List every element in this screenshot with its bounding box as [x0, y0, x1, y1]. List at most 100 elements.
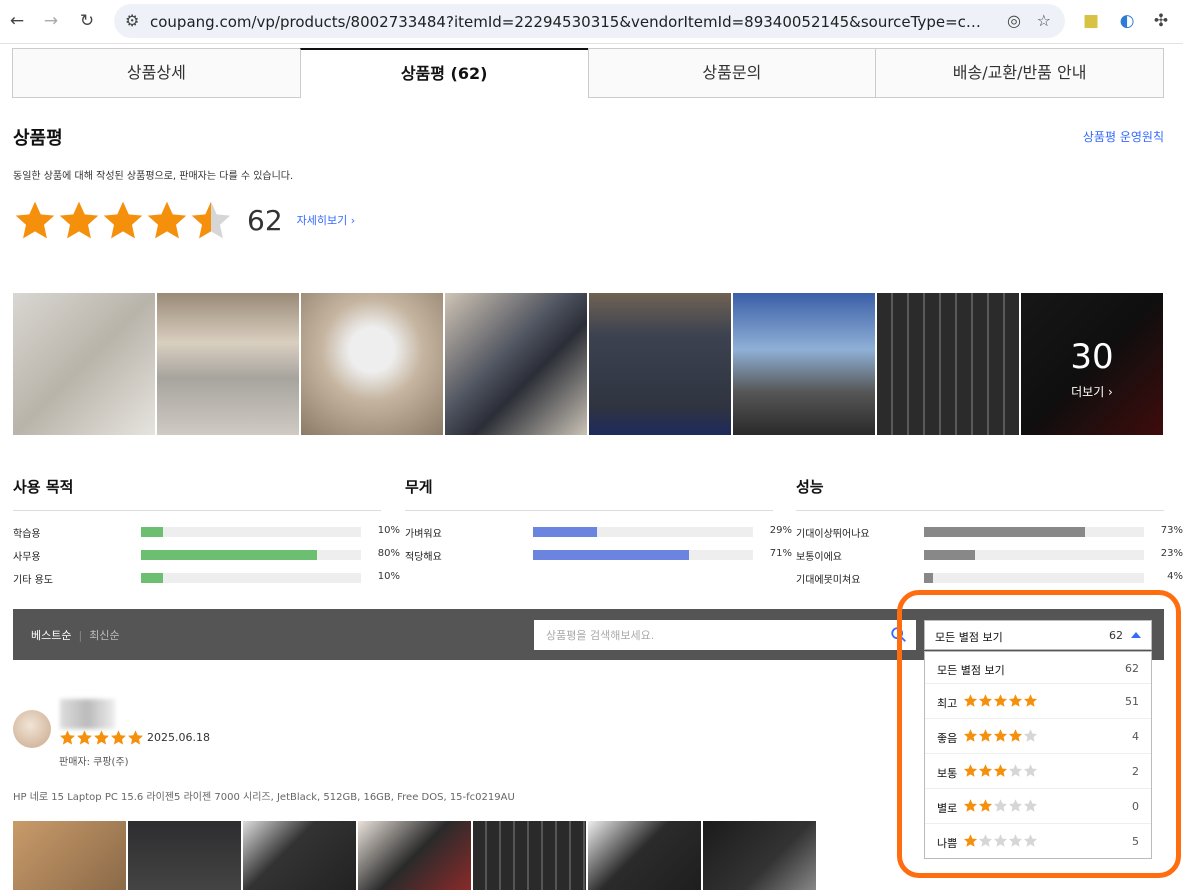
survey-bar-fill [533, 527, 597, 537]
survey-percent: 10% [377, 571, 400, 582]
survey-bar [141, 573, 361, 583]
survey-bar [141, 527, 361, 537]
survey-percent: 80% [377, 548, 400, 559]
survey-bar [924, 550, 1144, 560]
address-bar[interactable]: ⚙ coupang.com/vp/products/8002733484?ite… [114, 4, 1065, 38]
survey-percent: 10% [377, 525, 400, 536]
sort-separator: | [78, 629, 83, 642]
survey-percent: 23% [1160, 548, 1183, 559]
review-count: 62 [247, 203, 283, 237]
tab-shipping[interactable]: 배송/교환/반품 안내 [875, 48, 1164, 98]
survey-row: 적당해요 71% [405, 542, 792, 565]
survey-label: 기타 용도 [13, 575, 53, 586]
star-full-icon [147, 201, 187, 239]
survey-label: 보통이에요 [796, 552, 842, 563]
more-photos-count: 30 [1070, 337, 1114, 377]
survey-title: 사용 목적 [13, 476, 381, 511]
survey-row: 기타 용도 10% [13, 565, 400, 588]
more-photos-label: 더보기 › [1071, 385, 1113, 399]
rating-summary: 62 자세히보기 › [13, 196, 355, 244]
survey-label: 기대이상뛰어나요 [796, 529, 870, 540]
survey-percent: 4% [1167, 571, 1183, 582]
survey-percent: 71% [769, 548, 792, 559]
review-header: 2025.06.18 판매자: 쿠팡(주) [13, 699, 513, 768]
survey-title: 무게 [405, 476, 773, 511]
sort-best-button[interactable]: 베스트순 [31, 629, 71, 642]
review-search-input[interactable] [534, 620, 874, 650]
sort-recent-button[interactable]: 최신순 [89, 629, 119, 642]
survey-bar-fill [924, 550, 975, 560]
survey-row: 보통이에요 23% [796, 542, 1183, 565]
survey-row: 기대에못미쳐요 4% [796, 565, 1183, 588]
survey-label: 적당해요 [405, 552, 442, 563]
forward-icon[interactable]: → [40, 10, 62, 32]
survey-bar-fill [924, 527, 1085, 537]
sort-options: 베스트순 | 최신순 [31, 627, 120, 643]
highlight-annotation [897, 590, 1181, 878]
survey-row: 학습용 10% [13, 519, 400, 542]
review-photo[interactable] [473, 821, 586, 890]
tab-questions[interactable]: 상품문의 [587, 48, 877, 98]
star-full-icon [94, 730, 109, 745]
survey-bar-fill [141, 550, 317, 560]
survey-performance: 성능 기대이상뛰어나요 73% 보통이에요 23% 기대에못미쳐요 4% [796, 476, 1183, 588]
review-photo[interactable] [157, 293, 299, 435]
survey-bar-fill [141, 527, 163, 537]
review-photo[interactable] [13, 821, 126, 890]
review-photo[interactable] [877, 293, 1019, 435]
review-photo[interactable] [13, 293, 155, 435]
tab-reviews[interactable]: 상품평 (62) [299, 48, 589, 98]
review-photo[interactable] [588, 821, 701, 890]
tab-product-detail[interactable]: 상품상세 [12, 48, 301, 98]
star-full-icon [128, 730, 143, 745]
review-policy-link[interactable]: 상품평 운영원칙 [1083, 128, 1164, 145]
review-photo[interactable] [128, 821, 241, 890]
review-photo[interactable] [703, 821, 816, 890]
survey-weight: 무게 가벼워요 29% 적당해요 71% [405, 476, 792, 565]
rating-stars [13, 198, 233, 242]
star-full-icon [103, 201, 143, 239]
survey-label: 학습용 [13, 529, 41, 540]
review-stars [59, 729, 144, 746]
star-full-icon [111, 730, 126, 745]
survey-percent: 73% [1160, 525, 1183, 536]
reviewer-avatar [13, 710, 51, 748]
survey-label: 사무용 [13, 552, 41, 563]
review-photo[interactable] [445, 293, 587, 435]
survey-row: 기대이상뛰어나요 73% [796, 519, 1183, 542]
review-photo-more[interactable]: 30 더보기 › [1021, 293, 1163, 435]
survey-purpose: 사용 목적 학습용 10% 사무용 80% 기타 용도 10% [13, 476, 400, 588]
survey-bar-fill [533, 550, 690, 560]
star-full-icon [60, 730, 75, 745]
review-photo[interactable] [733, 293, 875, 435]
survey-percent: 29% [769, 525, 792, 536]
reviewer-name-blurred [60, 699, 115, 729]
survey-row: 가벼워요 29% [405, 519, 792, 542]
extensions-puzzle-icon[interactable]: ✣ [1150, 10, 1172, 32]
star-full-icon [59, 201, 99, 239]
reload-icon[interactable]: ↻ [76, 10, 98, 32]
bookmark-star-icon[interactable]: ☆ [1037, 11, 1051, 31]
browser-toolbar: ← → ↻ ⚙ coupang.com/vp/products/80027334… [0, 0, 1183, 44]
back-icon[interactable]: ← [6, 10, 28, 32]
extension-icon[interactable]: ◐ [1116, 10, 1138, 32]
url-text[interactable]: coupang.com/vp/products/8002733484?itemI… [150, 13, 982, 31]
review-photo[interactable] [589, 293, 731, 435]
review-photo[interactable] [358, 821, 471, 890]
survey-row: 사무용 80% [13, 542, 400, 565]
review-notice: 동일한 상품에 대해 작성된 상품평으로, 판매자는 다를 수 있습니다. [13, 171, 294, 182]
more-photos-overlay[interactable]: 30 더보기 › [1021, 293, 1163, 435]
eye-off-icon[interactable]: ◎ [1007, 11, 1021, 31]
extension-note-icon[interactable]: ■ [1080, 10, 1102, 32]
site-info-icon[interactable]: ⚙ [125, 11, 139, 31]
star-half-icon [191, 201, 231, 239]
review-photo[interactable] [243, 821, 356, 890]
review-product-option: HP 네로 15 Laptop PC 15.6 라이젠5 라이젠 7000 시리… [13, 792, 515, 803]
review-section-title: 상품평 [13, 128, 63, 149]
review-photo[interactable] [301, 293, 443, 435]
rating-detail-link[interactable]: 자세히보기 › [297, 212, 356, 228]
review-photo-strip: 30 더보기 › [13, 293, 1164, 435]
survey-title: 성능 [796, 476, 1164, 511]
star-full-icon [15, 201, 55, 239]
survey-bar [924, 527, 1144, 537]
